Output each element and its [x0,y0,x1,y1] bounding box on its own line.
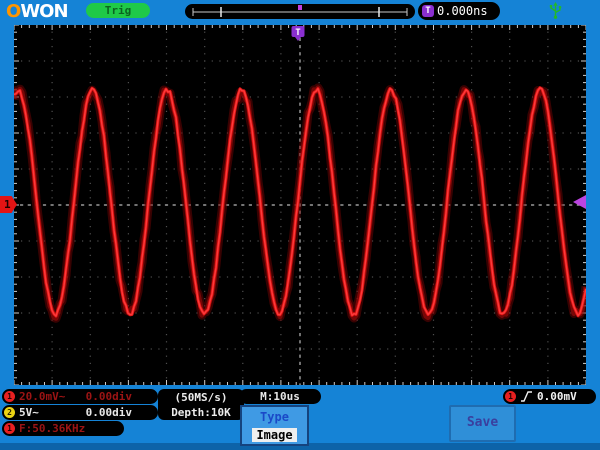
record-window-indicator [192,5,408,17]
oscilloscope-screen: OWON Trig T 0.000ns T 1 1 20.0mV~ 0.00di… [0,0,600,450]
save-button[interactable]: Save [449,405,516,442]
horizontal-offset-value: 0.000ns [437,4,488,18]
waveform-display-area: T [9,24,591,387]
frequency-value: F:50.36KHz [19,422,86,435]
trigger-t-icon: T [422,5,434,17]
record-trigger-position-marker [298,5,302,10]
ch1-badge: 1 [4,391,15,402]
rising-edge-icon [521,391,532,402]
ch2-offset: 0.00div [85,406,132,419]
ch1-offset: 0.00div [85,390,132,403]
type-label: Type [260,410,289,424]
sample-rate: (50MS/s) [174,391,228,404]
trigger-channel-badge: 1 [505,391,516,402]
frequency-readout: 1 F:50.36KHz [2,421,124,436]
logo-rest: WON [20,1,68,22]
trigger-status-badge: Trig [86,3,150,18]
type-value: Image [252,428,297,442]
freq-channel-badge: 1 [4,423,15,434]
ch2-badge: 2 [4,407,15,418]
acquisition-readout: (50MS/s) Depth:10K [158,389,244,420]
waveform-svg: T [9,24,591,387]
trigger-position-marker: T [291,26,305,41]
timebase-readout: M:10us [239,389,321,404]
owon-logo: OWON [6,1,69,22]
ch1-scale: 20.0mV~ [19,390,66,403]
type-menu-button[interactable]: Type Image [240,405,309,446]
usb-icon [549,2,562,19]
horizontal-position-bar[interactable] [185,4,415,19]
timebase-value: M:10us [260,390,300,403]
ch1-readout: 1 20.0mV~ 0.00div [2,389,158,404]
horizontal-offset-readout: T 0.000ns [418,2,500,20]
trigger-level-readout: 1 0.00mV [503,389,596,404]
ch2-scale: 5V~ [19,406,39,419]
svg-text:T: T [295,28,301,38]
trigger-level-value: 0.00mV [537,390,577,403]
trigger-level-marker [573,195,586,209]
record-depth: Depth:10K [171,406,231,419]
ch2-readout: 2 5V~ 0.00div [2,405,158,420]
logo-o: O [6,1,21,22]
